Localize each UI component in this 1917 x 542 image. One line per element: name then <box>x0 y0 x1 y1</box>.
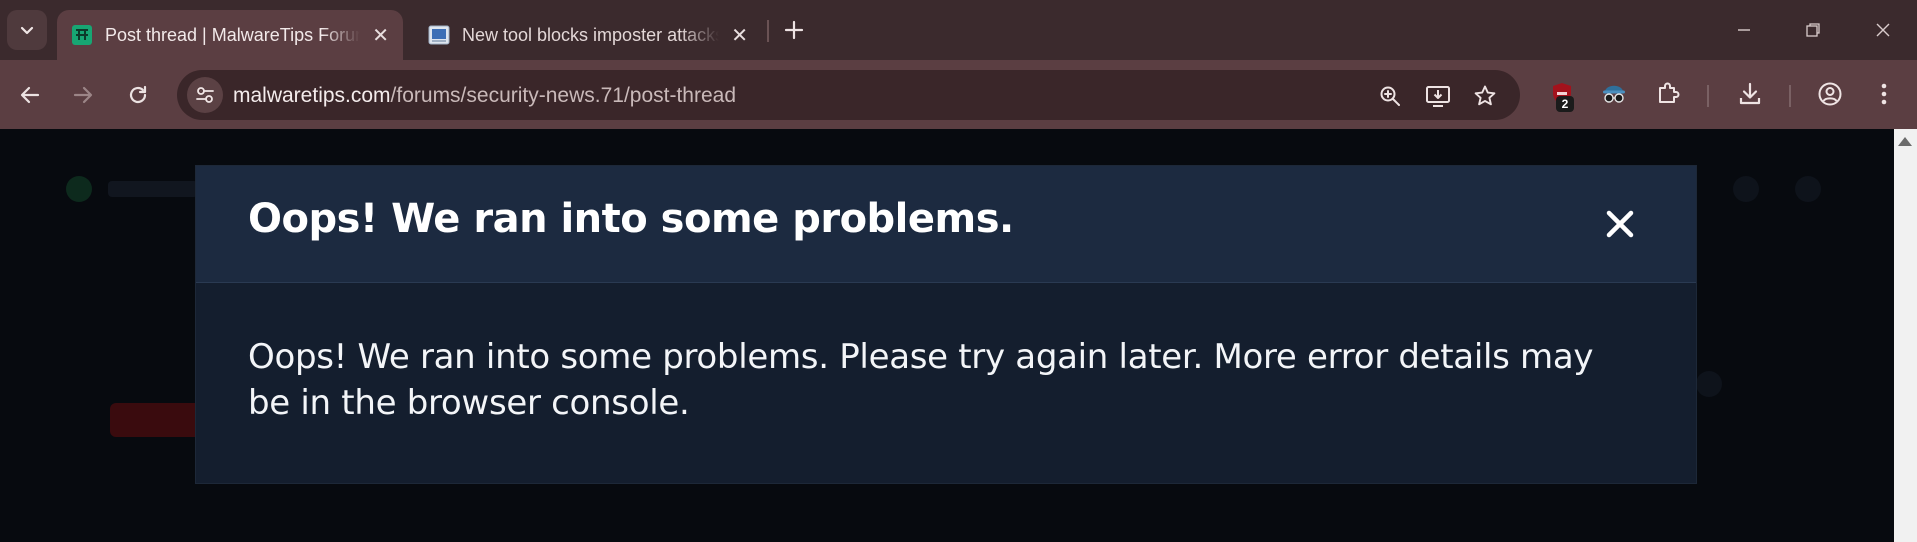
reload-icon <box>129 85 147 104</box>
close-icon <box>1606 210 1634 238</box>
browser-toolbar: malwaretips.com/forums/security-news.71/… <box>0 60 1917 129</box>
dialog-close-button[interactable] <box>1600 204 1640 244</box>
minimize-icon <box>1738 29 1750 31</box>
toolbar-separator <box>1789 85 1791 107</box>
dialog-message: Oops! We ran into some problems. Please … <box>248 337 1594 423</box>
url-domain: malwaretips.com <box>233 84 391 107</box>
tab-close-icon[interactable]: ✕ <box>372 23 389 48</box>
menu-button[interactable] <box>1866 76 1902 112</box>
tab-title: New tool blocks imposter attacks <box>462 24 720 45</box>
zoom-button[interactable] <box>1377 83 1403 109</box>
spy-glasses-icon <box>1603 85 1625 103</box>
install-icon <box>1426 86 1450 107</box>
minimize-button[interactable] <box>1724 12 1764 48</box>
back-button[interactable] <box>12 77 48 113</box>
download-icon <box>1739 82 1761 105</box>
tab-news[interactable]: New tool blocks imposter attacks ✕ <box>414 10 762 60</box>
close-icon <box>1876 23 1890 37</box>
error-dialog: Oops! We ran into some problems. Oops! W… <box>196 166 1696 483</box>
toolbar-separator <box>1707 85 1709 107</box>
zoom-in-icon <box>1380 86 1400 106</box>
downloads-button[interactable] <box>1732 76 1768 112</box>
restore-icon <box>1806 23 1820 37</box>
profile-button[interactable] <box>1812 76 1848 112</box>
restore-button[interactable] <box>1793 12 1833 48</box>
dimmed-header-icon <box>1795 176 1821 202</box>
url-text: malwaretips.com/forums/security-news.71/… <box>233 84 736 108</box>
dialog-header: Oops! We ran into some problems. <box>196 166 1696 283</box>
dimmed-header-icon <box>1733 176 1759 202</box>
arrow-left-icon <box>20 86 40 104</box>
dialog-title: Oops! We ran into some problems. <box>248 196 1014 242</box>
dimmed-button <box>110 403 206 437</box>
malwaretips-favicon <box>72 25 92 45</box>
star-icon <box>1474 85 1496 106</box>
forward-button[interactable] <box>65 77 101 113</box>
new-tab-button[interactable] <box>778 14 810 46</box>
reload-button[interactable] <box>120 77 156 113</box>
news-favicon <box>428 25 450 45</box>
scroll-up-arrow-icon[interactable] <box>1898 137 1912 146</box>
url-path: /forums/security-news.71/post-thread <box>390 84 737 107</box>
extension-badge: 2 <box>1556 96 1574 112</box>
tab-strip: Post thread | MalwareTips Forum ✕ New to… <box>0 0 1917 60</box>
arrow-right-icon <box>73 86 93 104</box>
chevron-down-icon <box>20 26 34 35</box>
install-app-button[interactable] <box>1425 83 1451 109</box>
plus-icon <box>784 20 804 40</box>
tab-post-thread[interactable]: Post thread | MalwareTips Forum ✕ <box>57 10 403 60</box>
tab-title: Post thread | MalwareTips Forum <box>105 24 361 45</box>
tune-icon <box>196 87 214 103</box>
dimmed-avatar <box>1696 371 1722 397</box>
close-window-button[interactable] <box>1863 12 1903 48</box>
address-bar[interactable]: malwaretips.com/forums/security-news.71/… <box>177 70 1520 120</box>
bookmark-button[interactable] <box>1472 83 1498 109</box>
tab-search-button[interactable] <box>7 10 47 50</box>
more-vertical-icon <box>1881 83 1887 105</box>
tab-close-icon[interactable]: ✕ <box>731 23 748 48</box>
extensions-button[interactable] <box>1650 76 1686 112</box>
account-icon <box>1818 82 1842 106</box>
tab-separator <box>767 20 769 42</box>
page-scrollbar[interactable] <box>1894 129 1917 542</box>
puzzle-icon <box>1659 82 1680 103</box>
site-info-button[interactable] <box>187 77 223 113</box>
site-name-dimmed <box>108 181 198 197</box>
extension-spy-button[interactable] <box>1596 76 1632 112</box>
site-logo-dimmed <box>66 176 92 202</box>
